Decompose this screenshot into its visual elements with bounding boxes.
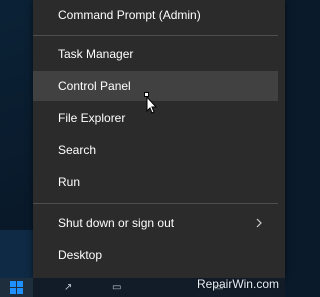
windows-logo-icon <box>10 281 23 294</box>
taskbar-arrow-icon[interactable]: ↗ <box>64 282 72 293</box>
menu-item-run[interactable]: Run <box>33 167 278 197</box>
mouse-pointer-icon <box>144 92 158 114</box>
menu-separator <box>33 35 278 36</box>
menu-item-command-prompt-admin[interactable]: Command Prompt (Admin) <box>33 0 278 30</box>
chevron-right-icon <box>256 218 262 228</box>
menu-item-label: Shut down or sign out <box>58 216 175 230</box>
start-button[interactable] <box>0 278 33 297</box>
menu-separator <box>33 203 278 204</box>
menu-item-search[interactable]: Search <box>33 135 278 165</box>
winx-power-user-menu: Command Prompt (Admin) Task Manager Cont… <box>33 0 285 278</box>
desktop-edge <box>0 230 33 278</box>
menu-item-desktop[interactable]: Desktop <box>33 240 278 270</box>
menu-item-task-manager[interactable]: Task Manager <box>33 39 278 69</box>
taskbar-icon[interactable]: ▭ <box>112 282 121 293</box>
watermark: RepairWin.com <box>196 277 279 291</box>
menu-item-shut-down-or-sign-out[interactable]: Shut down or sign out <box>33 208 278 238</box>
